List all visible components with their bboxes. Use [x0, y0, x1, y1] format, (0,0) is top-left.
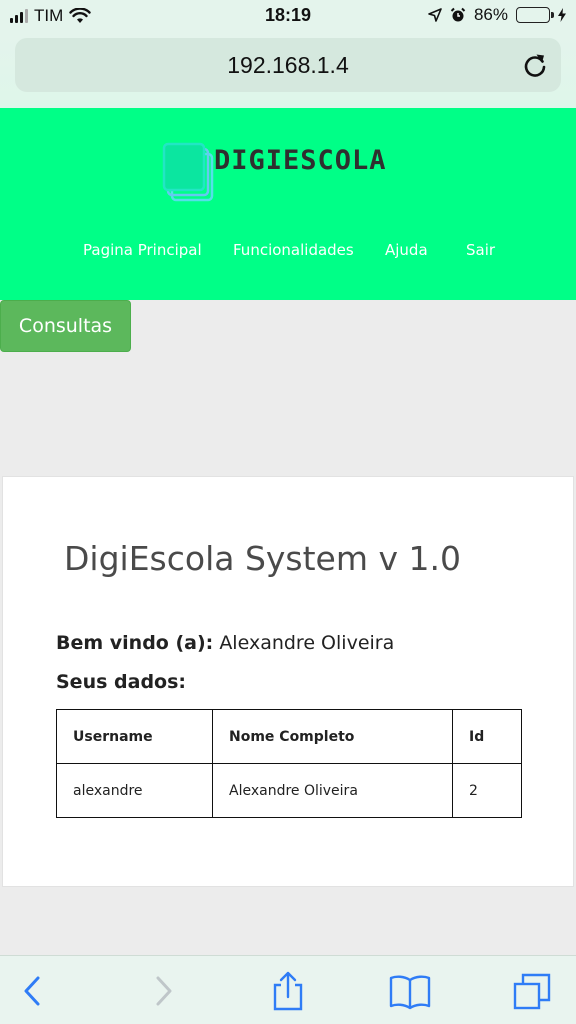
cell-id: 2: [452, 763, 522, 818]
column-header-username: Username: [56, 709, 213, 764]
column-header-nome-completo: Nome Completo: [212, 709, 453, 764]
url-text[interactable]: 192.168.1.4: [15, 52, 561, 79]
reload-icon[interactable]: [521, 51, 549, 79]
forward-icon[interactable]: [142, 970, 182, 1012]
nav-ajuda[interactable]: Ajuda: [385, 241, 428, 259]
table-row: alexandre Alexandre Oliveira 2: [56, 763, 522, 818]
nav-pagina-principal[interactable]: Pagina Principal: [83, 241, 202, 259]
alarm-icon: [450, 7, 466, 22]
browser-address-region: 192.168.1.4: [0, 34, 576, 108]
table-header-row: Username Nome Completo Id: [56, 709, 522, 764]
logo-text: DIGIESCOLA: [214, 145, 387, 176]
share-icon[interactable]: [268, 970, 308, 1012]
battery-icon: [516, 7, 554, 23]
page-title: DigiEscola System v 1.0: [64, 539, 461, 578]
welcome-line: Bem vindo (a): Alexandre Oliveira: [56, 632, 394, 654]
documents-logo-icon: [162, 142, 214, 202]
charging-bolt-icon: [558, 8, 566, 22]
welcome-name: Alexandre Oliveira: [219, 632, 395, 654]
address-bar[interactable]: 192.168.1.4: [15, 38, 561, 92]
location-arrow-icon: [428, 8, 442, 22]
tabs-icon[interactable]: [512, 970, 552, 1012]
consultas-button[interactable]: Consultas: [0, 300, 131, 352]
welcome-card: DigiEscola System v 1.0 Bem vindo (a): A…: [2, 476, 574, 887]
nav-funcionalidades[interactable]: Funcionalidades: [233, 241, 354, 259]
battery-percent: 86%: [473, 5, 508, 24]
browser-toolbar: [0, 955, 576, 1024]
back-icon[interactable]: [14, 970, 54, 1012]
site-header: DIGIESCOLA Pagina Principal Funcionalida…: [0, 108, 576, 300]
welcome-label: Bem vindo (a):: [56, 632, 214, 654]
user-data-table: Username Nome Completo Id alexandre Alex…: [56, 709, 522, 818]
cell-nome-completo: Alexandre Oliveira: [212, 763, 453, 818]
cell-username: alexandre: [56, 763, 213, 818]
logo[interactable]: [162, 142, 216, 202]
nav-sair[interactable]: Sair: [466, 241, 495, 259]
column-header-id: Id: [452, 709, 522, 764]
status-right: 86%: [428, 5, 566, 25]
status-bar: TIM 18:19 86%: [0, 0, 576, 34]
bookmarks-icon[interactable]: [388, 970, 432, 1012]
data-section-label: Seus dados:: [56, 671, 187, 693]
